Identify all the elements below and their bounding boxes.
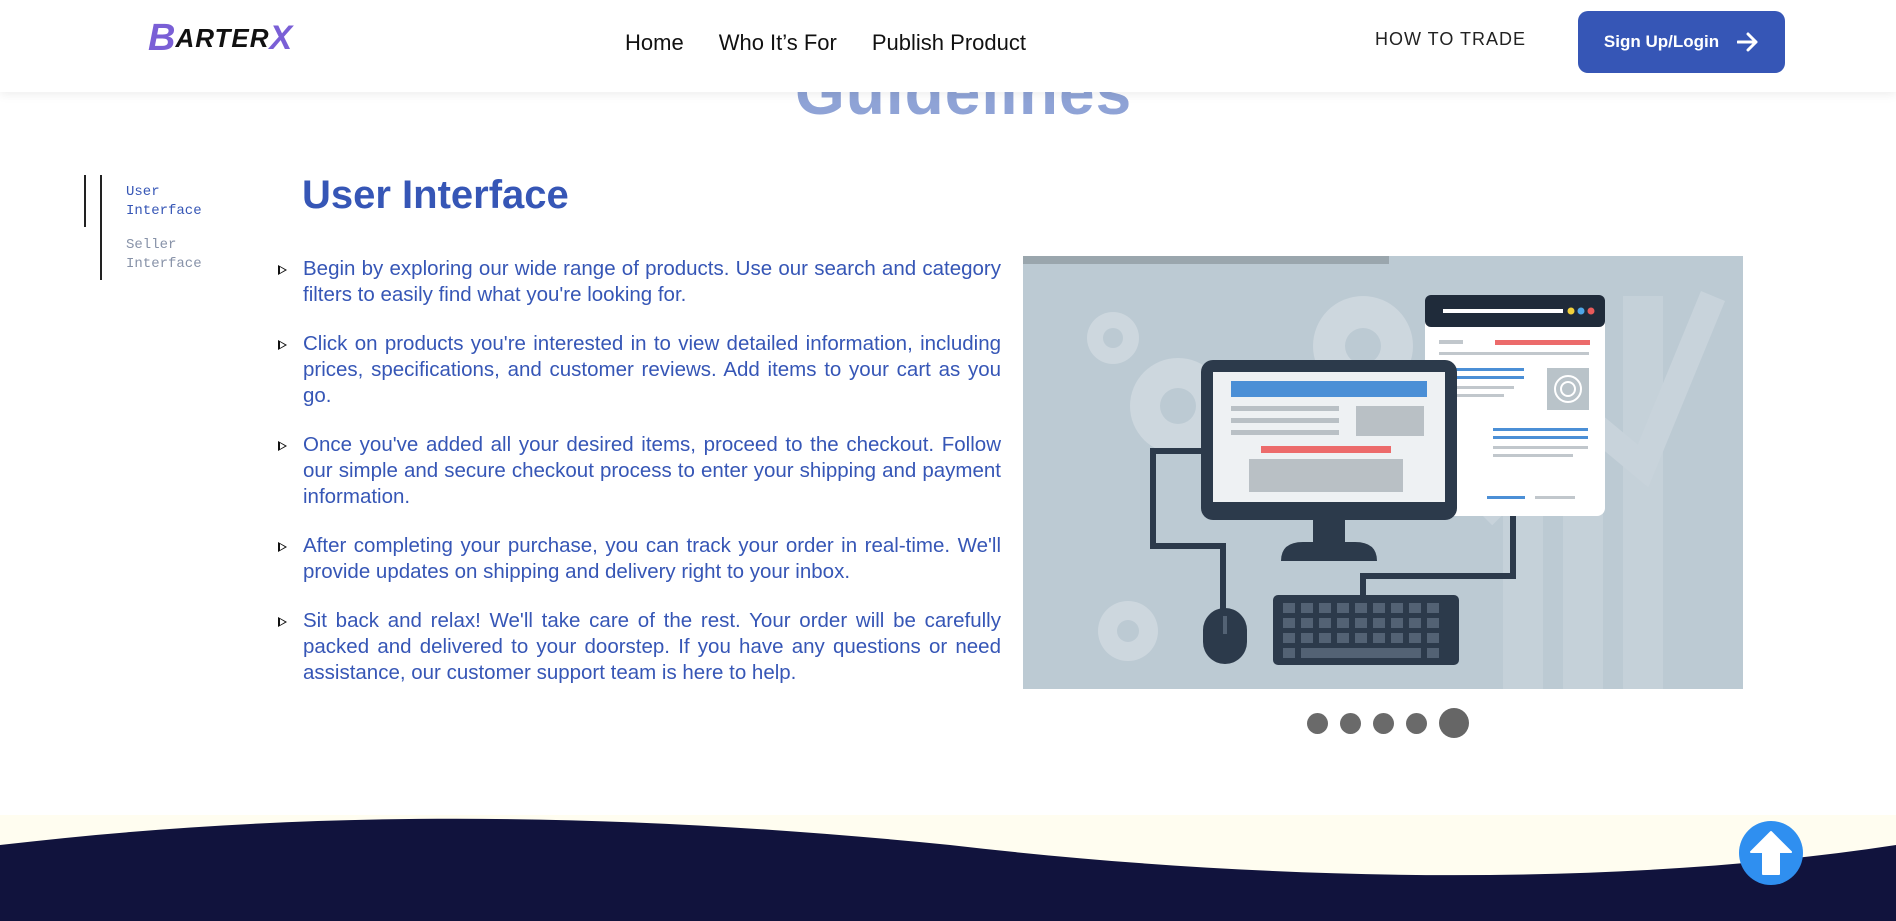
triangle-bullet-icon xyxy=(278,441,287,451)
carousel-slide xyxy=(1023,256,1743,689)
triangle-bullet-icon xyxy=(278,542,287,552)
side-nav-active-indicator xyxy=(84,175,86,227)
triangle-bullet-icon xyxy=(278,340,287,350)
site-header: B ARTER X Home Who It’s For Publish Prod… xyxy=(0,0,1896,92)
arrow-up-icon xyxy=(1750,831,1792,875)
logo-text: ARTER xyxy=(175,22,270,53)
bartex-logo[interactable]: B ARTER X xyxy=(148,18,292,58)
nav-home[interactable]: Home xyxy=(625,30,684,56)
side-nav-track xyxy=(100,175,102,280)
steps-list: Begin by exploring our wide range of pro… xyxy=(278,256,1001,709)
carousel-dot-4[interactable] xyxy=(1406,712,1427,734)
signup-login-label: Sign Up/Login xyxy=(1603,32,1720,51)
step-item: Click on products you're interested in t… xyxy=(278,331,1001,409)
side-nav-user-interface[interactable]: User Interface xyxy=(126,183,236,221)
step-text: Sit back and relax! We'll take care of t… xyxy=(303,609,1001,684)
logo-x: X xyxy=(269,18,293,57)
section-title: User Interface xyxy=(302,173,569,217)
nav-who-its-for[interactable]: Who It’s For xyxy=(719,30,837,56)
triangle-bullet-icon xyxy=(278,265,287,275)
step-text: Click on products you're interested in t… xyxy=(303,332,1001,407)
step-item: Sit back and relax! We'll take care of t… xyxy=(278,608,1001,686)
scroll-to-top-button[interactable] xyxy=(1739,821,1803,885)
step-text: Once you've added all your desired items… xyxy=(303,433,1001,508)
main-nav: Home Who It’s For Publish Product xyxy=(625,30,1026,56)
logo-b: B xyxy=(148,17,176,59)
step-item: After completing your purchase, you can … xyxy=(278,533,1001,585)
step-text: After completing your purchase, you can … xyxy=(303,534,1001,583)
carousel-dot-5[interactable] xyxy=(1439,708,1469,738)
nav-publish-product[interactable]: Publish Product xyxy=(872,30,1026,56)
step-item: Once you've added all your desired items… xyxy=(278,432,1001,510)
arrow-right-icon xyxy=(1737,32,1758,52)
carousel-dot-2[interactable] xyxy=(1340,712,1361,734)
footer-wave xyxy=(0,815,1896,921)
carousel-dot-3[interactable] xyxy=(1373,712,1394,734)
how-to-trade-link[interactable]: HOW TO TRADE xyxy=(1375,29,1526,50)
carousel-dots xyxy=(1307,708,1469,738)
computer-illustration xyxy=(1023,256,1743,689)
triangle-bullet-icon xyxy=(278,617,287,627)
signup-login-button[interactable]: Sign Up/Login xyxy=(1578,11,1785,73)
step-text: Begin by exploring our wide range of pro… xyxy=(303,257,1001,306)
step-item: Begin by exploring our wide range of pro… xyxy=(278,256,1001,308)
carousel-dot-1[interactable] xyxy=(1307,712,1328,734)
side-nav-seller-interface[interactable]: Seller Interface xyxy=(126,236,236,274)
